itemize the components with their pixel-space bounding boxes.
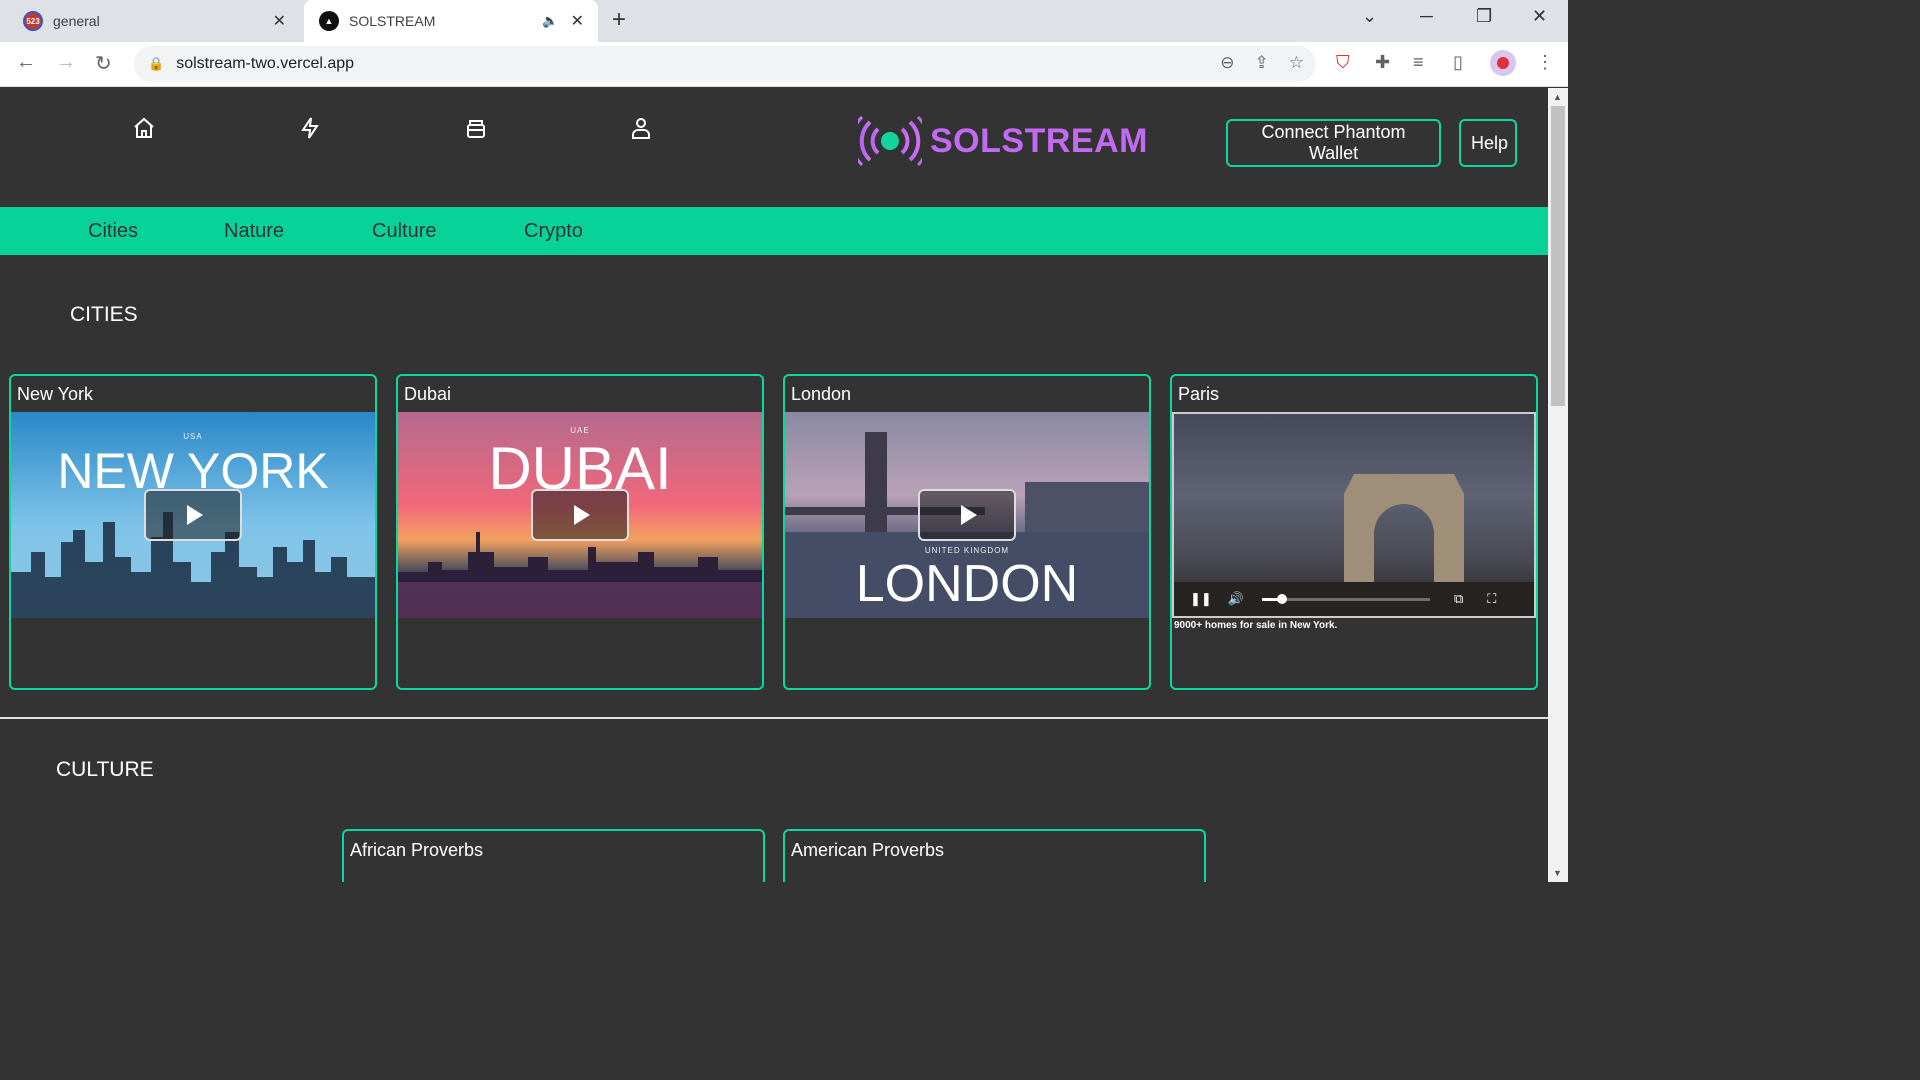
play-button[interactable]	[531, 489, 629, 541]
scroll-up-icon[interactable]: ▲	[1553, 92, 1562, 102]
reload-icon[interactable]: ↻	[95, 51, 112, 76]
user-icon[interactable]	[621, 110, 661, 146]
video-thumbnail[interactable]: USA NEW YORK	[11, 412, 375, 618]
url-text[interactable]: solstream-two.vercel.app	[176, 55, 354, 73]
vercel-icon: ▲	[319, 11, 339, 31]
video-card-london[interactable]: London UNITED KINGDOM LONDON	[783, 374, 1151, 690]
video-card-american-proverbs[interactable]: American Proverbs	[783, 829, 1206, 882]
video-caption: 9000+ homes for sale in New York.	[1174, 620, 1338, 631]
tab-title: SOLSTREAM	[349, 13, 436, 29]
lightning-icon[interactable]	[290, 110, 330, 146]
card-title: New York	[17, 384, 94, 404]
side-panel-icon[interactable]: ▯	[1453, 52, 1463, 73]
close-window-button[interactable]: ✕	[1532, 6, 1547, 27]
calendar-icon: 523	[23, 11, 43, 31]
audio-playing-icon[interactable]: 🔈	[542, 13, 558, 29]
progress-slider[interactable]	[1261, 593, 1430, 604]
video-card-new-york[interactable]: New York USA NEW YORK	[9, 374, 377, 690]
connect-wallet-button[interactable]: Connect Phantom Wallet	[1226, 119, 1441, 167]
card-title: London	[791, 384, 852, 404]
video-thumbnail[interactable]: UAE DUBAI	[398, 412, 762, 618]
logo-text: SOLSTREAM	[930, 121, 1148, 160]
category-bar: Cities Nature Culture Crypto	[0, 207, 1548, 255]
address-bar[interactable]: 🔒 solstream-two.vercel.app ⊖ ⇪ ☆	[134, 46, 1316, 82]
fullscreen-icon[interactable]: ⛶	[1487, 591, 1496, 607]
volume-icon[interactable]: 🔊	[1228, 591, 1244, 607]
menu-kebab-icon[interactable]: ⋮	[1536, 52, 1554, 73]
profile-avatar[interactable]	[1490, 50, 1516, 76]
browser-toolbar: ← → ↻ 🔒 solstream-two.vercel.app ⊖ ⇪ ☆ ⛉…	[0, 42, 1568, 87]
video-controls: ❚❚ 🔊 ⧉ ⛶	[1174, 582, 1534, 616]
lock-icon[interactable]: 🔒	[148, 56, 164, 72]
close-tab-icon[interactable]: ✕	[571, 11, 584, 31]
tab-strip: 523 general ✕ ▲ SOLSTREAM 🔈 ✕ + ⌄ ─ ❐ ✕	[0, 0, 1568, 42]
card-title: African Proverbs	[350, 840, 484, 860]
page-scrollbar[interactable]: ▲ ▼	[1548, 88, 1568, 882]
tab-general[interactable]: 523 general ✕	[8, 0, 300, 42]
tab-solstream[interactable]: ▲ SOLSTREAM 🔈 ✕	[304, 0, 598, 42]
help-button[interactable]: Help	[1459, 119, 1517, 167]
restore-button[interactable]: ❐	[1476, 6, 1492, 27]
close-tab-icon[interactable]: ✕	[273, 11, 286, 31]
play-icon	[187, 505, 203, 525]
category-culture[interactable]: Culture	[372, 220, 436, 243]
page-content: SOLSTREAM Connect Phantom Wallet Help Ci…	[0, 88, 1548, 882]
thumb-country: USA	[183, 432, 203, 441]
share-icon[interactable]: ⇪	[1255, 53, 1269, 73]
bookmark-star-icon[interactable]: ☆	[1289, 53, 1304, 73]
section-title-culture: CULTURE	[56, 758, 154, 781]
play-icon	[574, 505, 590, 525]
category-cities[interactable]: Cities	[88, 220, 138, 243]
video-player[interactable]: ❚❚ 🔊 ⧉ ⛶	[1172, 412, 1536, 618]
progress-knob[interactable]	[1277, 593, 1288, 604]
extensions-puzzle-icon[interactable]: ✚	[1375, 52, 1390, 73]
section-divider	[0, 717, 1548, 719]
pause-icon[interactable]: ❚❚	[1190, 591, 1212, 607]
play-button[interactable]	[144, 489, 242, 541]
tab-search-icon[interactable]: ⌄	[1362, 6, 1377, 27]
video-card-dubai[interactable]: Dubai UAE DUBAI	[396, 374, 764, 690]
picture-in-picture-icon[interactable]: ⧉	[1454, 591, 1463, 607]
media-control-icon[interactable]: ≡	[1413, 52, 1424, 73]
card-title: Paris	[1178, 384, 1220, 404]
home-icon[interactable]	[124, 110, 164, 146]
minimize-button[interactable]: ─	[1420, 6, 1433, 27]
video-thumbnail[interactable]: UNITED KINGDOM LONDON	[785, 412, 1149, 618]
wallet-icon[interactable]	[456, 110, 496, 146]
video-card-african-proverbs[interactable]: African Proverbs	[342, 829, 765, 882]
site-header: SOLSTREAM Connect Phantom Wallet Help	[0, 88, 1548, 208]
category-crypto[interactable]: Crypto	[524, 220, 583, 243]
forward-icon[interactable]: →	[56, 51, 76, 74]
card-title: Dubai	[404, 384, 452, 404]
back-icon[interactable]: ←	[16, 51, 36, 74]
category-nature[interactable]: Nature	[224, 220, 284, 243]
broadcast-icon	[850, 115, 930, 167]
scroll-down-icon[interactable]: ▼	[1553, 868, 1562, 878]
thumb-city: LONDON	[855, 555, 1079, 613]
section-title-cities: CITIES	[70, 303, 138, 326]
zoom-icon[interactable]: ⊖	[1220, 53, 1234, 73]
scrollbar-thumb[interactable]	[1551, 106, 1565, 406]
play-icon	[961, 505, 977, 525]
new-tab-button[interactable]: +	[612, 8, 626, 32]
card-title: American Proverbs	[791, 840, 945, 860]
tab-title: general	[53, 13, 100, 29]
play-button[interactable]	[918, 489, 1016, 541]
solstream-logo[interactable]: SOLSTREAM	[850, 115, 1148, 167]
extension-shield-icon[interactable]: ⛉	[1336, 52, 1350, 73]
video-card-paris[interactable]: Paris ❚❚ 🔊 ⧉ ⛶ 9000+ homes for sale in N…	[1170, 374, 1538, 690]
